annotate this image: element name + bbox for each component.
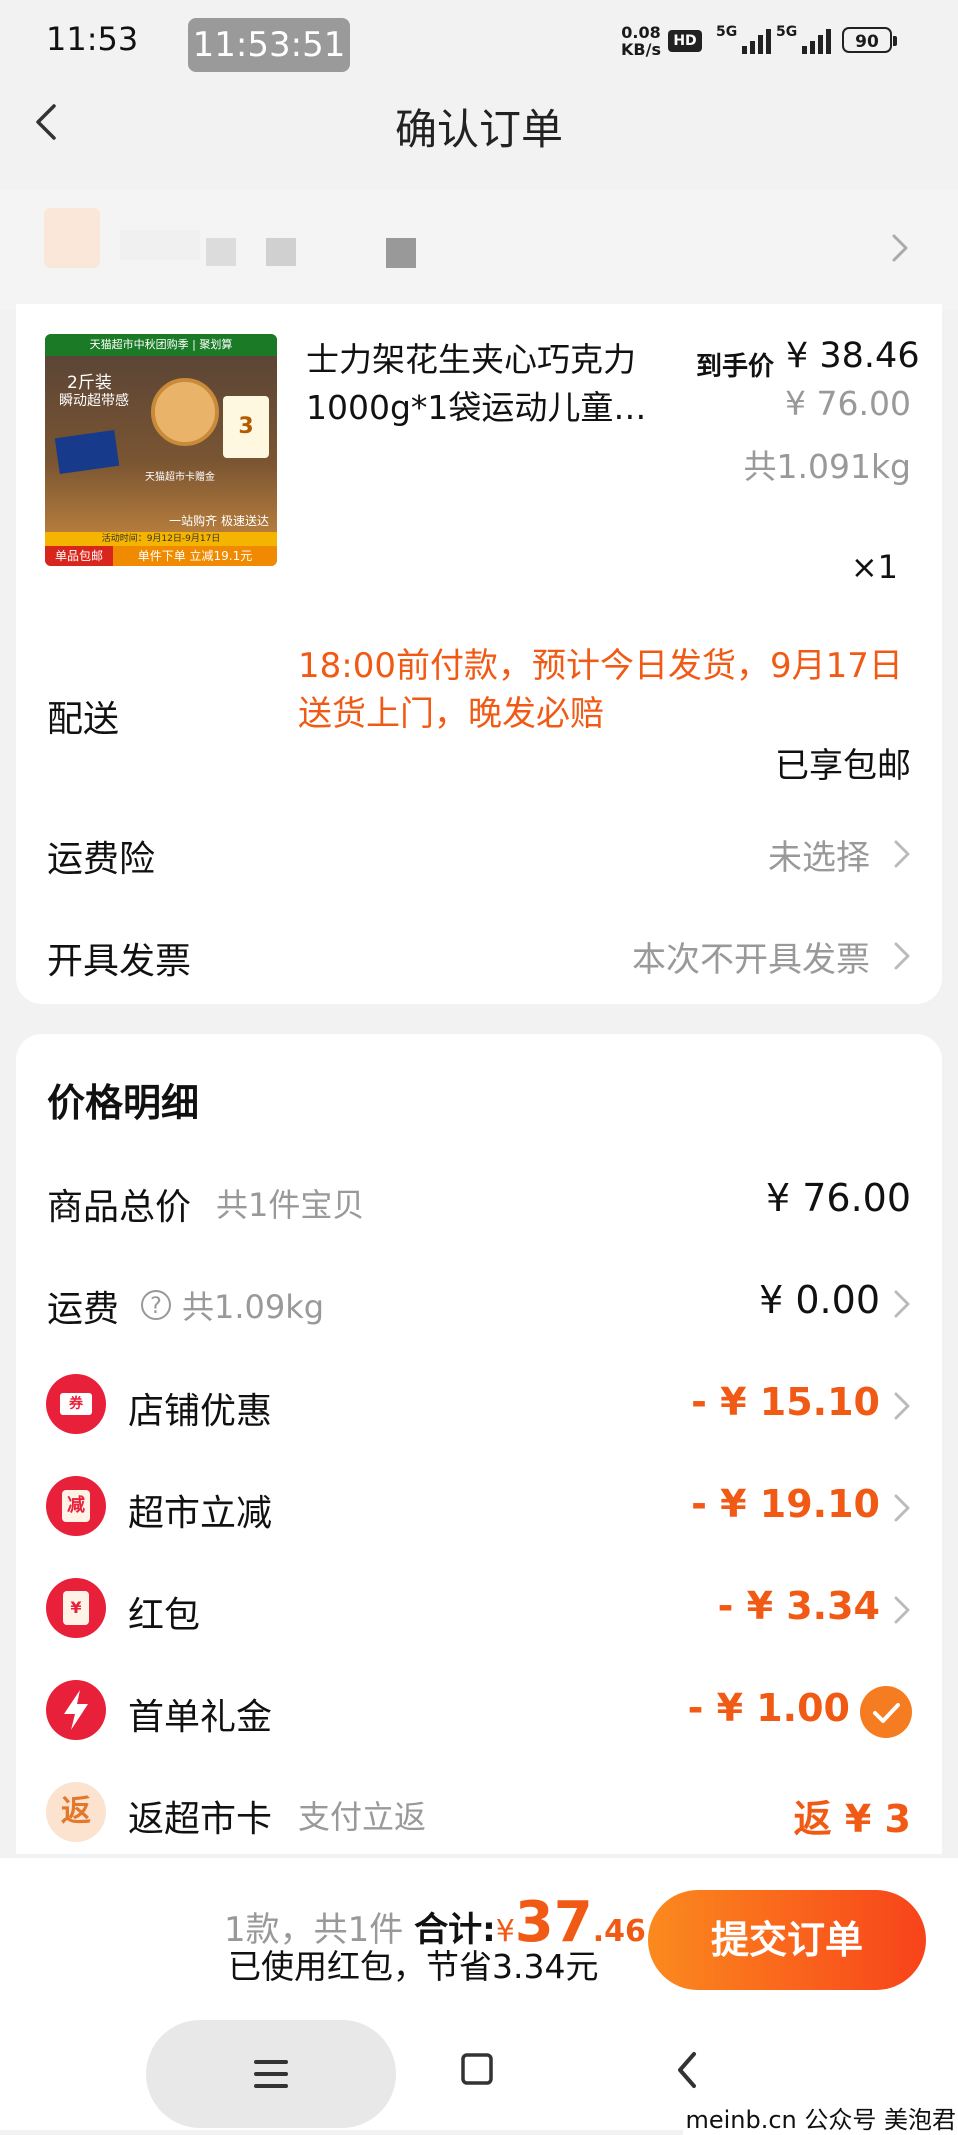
market-cut-chevron-icon[interactable] [893, 1492, 911, 1524]
red-packet-chevron-icon[interactable] [893, 1594, 911, 1626]
net-speed-value: 0.08 [621, 23, 661, 42]
goods-total-value: ¥ 76.00 [765, 1176, 911, 1220]
market-card-sub: 支付立返 [298, 1798, 427, 1836]
address-chevron-icon [890, 232, 910, 268]
lightning-icon [46, 1680, 106, 1740]
red-packet-icon: ¥ [46, 1578, 106, 1638]
insurance-chevron-icon[interactable] [893, 838, 911, 870]
img-banner: 天猫超市中秋团购季 | 聚划算 [45, 334, 277, 356]
battery-icon: 90 [842, 27, 897, 53]
img-coupon-note: 天猫超市卡赠金 [145, 472, 215, 483]
shipping-sub: 共1.09kg [182, 1288, 325, 1326]
market-card-label: 返超市卡 [128, 1799, 273, 1840]
invoice-label: 开具发票 [47, 941, 192, 982]
back-nav-icon[interactable] [672, 2050, 702, 2094]
help-icon[interactable]: ? [141, 1290, 171, 1320]
free-shipping-text: 已享包邮 [775, 746, 911, 786]
product-image[interactable]: 天猫超市中秋团购季 | 聚划算 2斤装 瞬动超带感 3 天猫超市卡赠金 活动时间… [45, 334, 277, 566]
address-blur [206, 238, 236, 266]
first-order-gift-value: - ¥ 1.00 [687, 1686, 850, 1730]
shipping-label: 运费 [47, 1289, 120, 1330]
menu-nav-button[interactable] [146, 2020, 396, 2128]
red-packet-label: 红包 [128, 1595, 201, 1636]
shop-discount-label: 店铺优惠 [128, 1391, 273, 1432]
market-card-icon: 返 [46, 1782, 106, 1842]
saving-text: 已使用红包，节省3.34元 [228, 1947, 599, 1986]
address-blur [386, 238, 416, 268]
img-promo-slogan: 一站购齐 极速送达 [169, 514, 269, 528]
market-cut-label: 超市立减 [128, 1493, 273, 1534]
shop-coupon-icon: 券 [46, 1374, 106, 1434]
delivery-text: 18:00前付款，预计今日发货，9月17日送货上门，晚发必赔 [298, 646, 903, 734]
original-price: ¥ 76.00 [785, 384, 911, 423]
red-packet-icon-char: ¥ [63, 1591, 89, 1625]
insurance-value[interactable]: 未选择 [768, 830, 870, 879]
address-blur [266, 238, 296, 266]
img-free-ship-tag: 单品包邮 [45, 546, 113, 566]
shop-discount-value[interactable]: - ¥ 15.10 [691, 1380, 880, 1424]
goods-total-sub: 共1件宝贝 [216, 1186, 365, 1224]
invoice-chevron-icon[interactable] [893, 940, 911, 972]
shop-coupon-icon-char: 券 [60, 1393, 92, 1415]
final-price: ¥ 38.46 [786, 336, 920, 376]
market-cut-icon-char: 减 [62, 1490, 90, 1522]
img-pack-sub: 瞬动超带感 [59, 393, 129, 409]
img-discount-tag: 单件下单 立减19.1元 [113, 546, 277, 566]
invoice-value[interactable]: 本次不开具发票 [632, 932, 870, 981]
shipping-value[interactable]: ¥ 0.00 [759, 1278, 880, 1322]
submit-order-button[interactable]: 提交订单 [648, 1890, 926, 1990]
market-card-value: 返 ¥ 3 [793, 1797, 911, 1841]
screenshot-time-pill: 11:53:51 [188, 18, 350, 72]
home-nav-icon[interactable] [460, 2052, 496, 2092]
delivery-label: 配送 [47, 699, 120, 740]
price-detail-title: 价格明细 [47, 1081, 200, 1125]
shipping-chevron-icon[interactable] [893, 1288, 911, 1320]
status-time: 11:53 [46, 20, 139, 58]
peanut-image [151, 378, 219, 446]
final-price-label: 到手价 [696, 352, 775, 382]
shop-discount-chevron-icon[interactable] [893, 1390, 911, 1422]
net-speed: 0.08 KB/s [618, 24, 664, 58]
address-blur [120, 230, 200, 260]
goods-total-label: 商品总价 [47, 1187, 192, 1228]
hd-icon: HD [668, 30, 702, 52]
quantity: ×1 [850, 548, 898, 586]
insurance-label: 运费险 [47, 839, 156, 880]
img-promo-date: 活动时间：9月12日-9月17日 [45, 532, 277, 546]
product-title[interactable]: 士力架花生夹心巧克力1000g*1袋运动儿童… [306, 336, 696, 432]
check-icon[interactable] [860, 1686, 912, 1738]
signal-icon-2: 5G [776, 24, 831, 54]
signal-icon-1: 5G [716, 24, 771, 54]
img-coupon-days: 3 [223, 396, 269, 458]
first-order-gift-label: 首单礼金 [128, 1697, 273, 1738]
product-weight: 共1.091kg [743, 447, 911, 486]
address-card[interactable] [0, 190, 958, 310]
total-decimal: .46 [592, 1914, 646, 1949]
market-cut-value[interactable]: - ¥ 19.10 [691, 1482, 880, 1526]
location-icon [44, 208, 100, 268]
net-speed-unit: KB/s [621, 40, 661, 59]
market-cut-icon: 减 [46, 1476, 106, 1536]
red-packet-value[interactable]: - ¥ 3.34 [718, 1584, 880, 1628]
page-title: 确认订单 [394, 105, 563, 154]
